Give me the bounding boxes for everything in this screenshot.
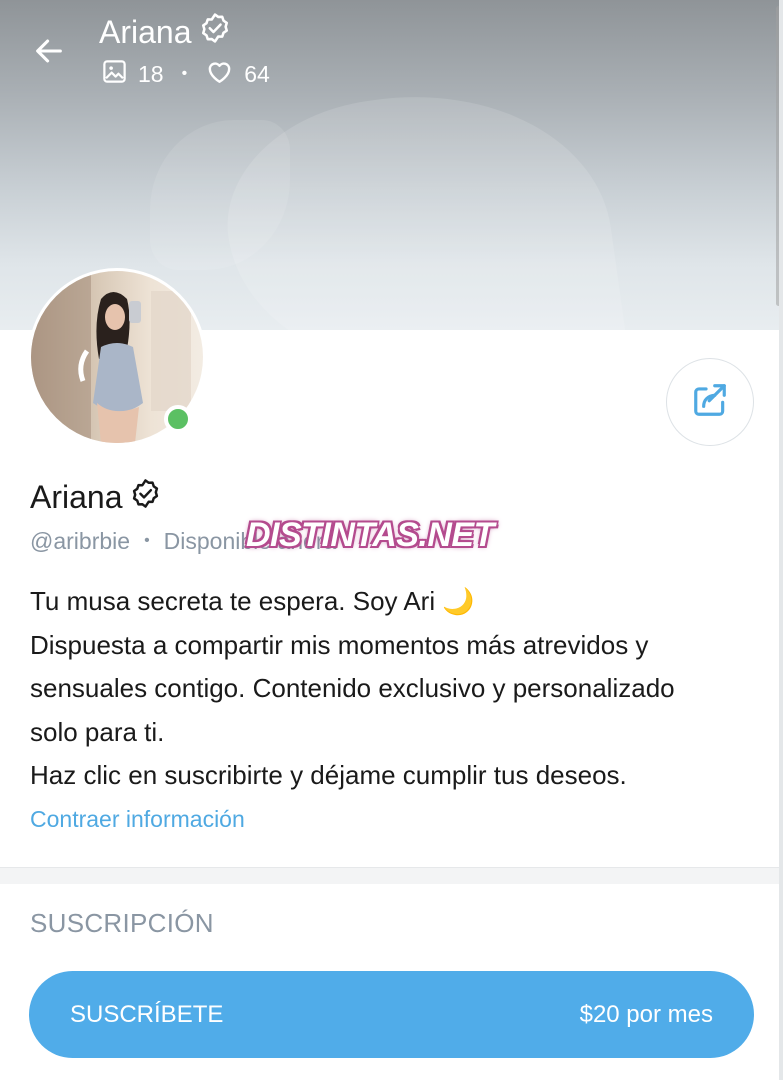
subscription-price: $20 por mes	[579, 1000, 713, 1028]
image-icon	[101, 58, 128, 91]
meta-separator: •	[144, 532, 150, 549]
share-button[interactable]	[666, 358, 754, 446]
online-status-indicator	[164, 405, 192, 433]
media-count-value: 18	[138, 60, 164, 87]
heart-icon	[205, 57, 234, 92]
subscription-section-title: SUSCRIPCIÓN	[30, 908, 214, 938]
header-stats: 18 • 64	[101, 58, 270, 90]
username: @aribrbie	[30, 527, 131, 554]
section-divider	[0, 867, 779, 884]
subscribe-button[interactable]: SUSCRÍBETE $20 por mes	[29, 971, 754, 1058]
back-button[interactable]	[26, 30, 72, 76]
share-icon	[691, 381, 729, 424]
bio-line: sensuales contigo. Contenido exclusivo y…	[30, 673, 675, 703]
likes-count[interactable]: 64	[205, 57, 270, 92]
verified-badge-icon	[198, 11, 232, 53]
header-title: Ariana	[99, 12, 232, 52]
likes-count-value: 64	[244, 60, 270, 87]
header-name: Ariana	[99, 13, 192, 50]
media-count[interactable]: 18	[101, 58, 164, 91]
bio-line: Haz clic en suscribirte y déjame cumplir…	[30, 760, 627, 790]
arrow-left-icon	[32, 34, 66, 73]
stats-separator: •	[181, 65, 188, 82]
bio-line: solo para ti.	[30, 716, 165, 747]
verified-badge-icon	[129, 477, 162, 518]
collapse-info-link[interactable]: Contraer información	[30, 806, 245, 842]
bio: Tu musa secreta te espera. Soy Ari 🌙 Dis…	[30, 580, 770, 798]
bio-line: Dispuesta a compartir mis momentos más a…	[30, 629, 649, 660]
profile-name-text: Ariana	[30, 478, 123, 515]
page-edge	[779, 0, 783, 1080]
watermark: DISTINTAS.NET	[246, 516, 494, 554]
profile-name: Ariana	[30, 475, 162, 519]
subscribe-button-label: SUSCRÍBETE	[70, 1000, 224, 1028]
bio-line: Tu musa secreta te espera. Soy Ari 🌙	[30, 586, 475, 616]
